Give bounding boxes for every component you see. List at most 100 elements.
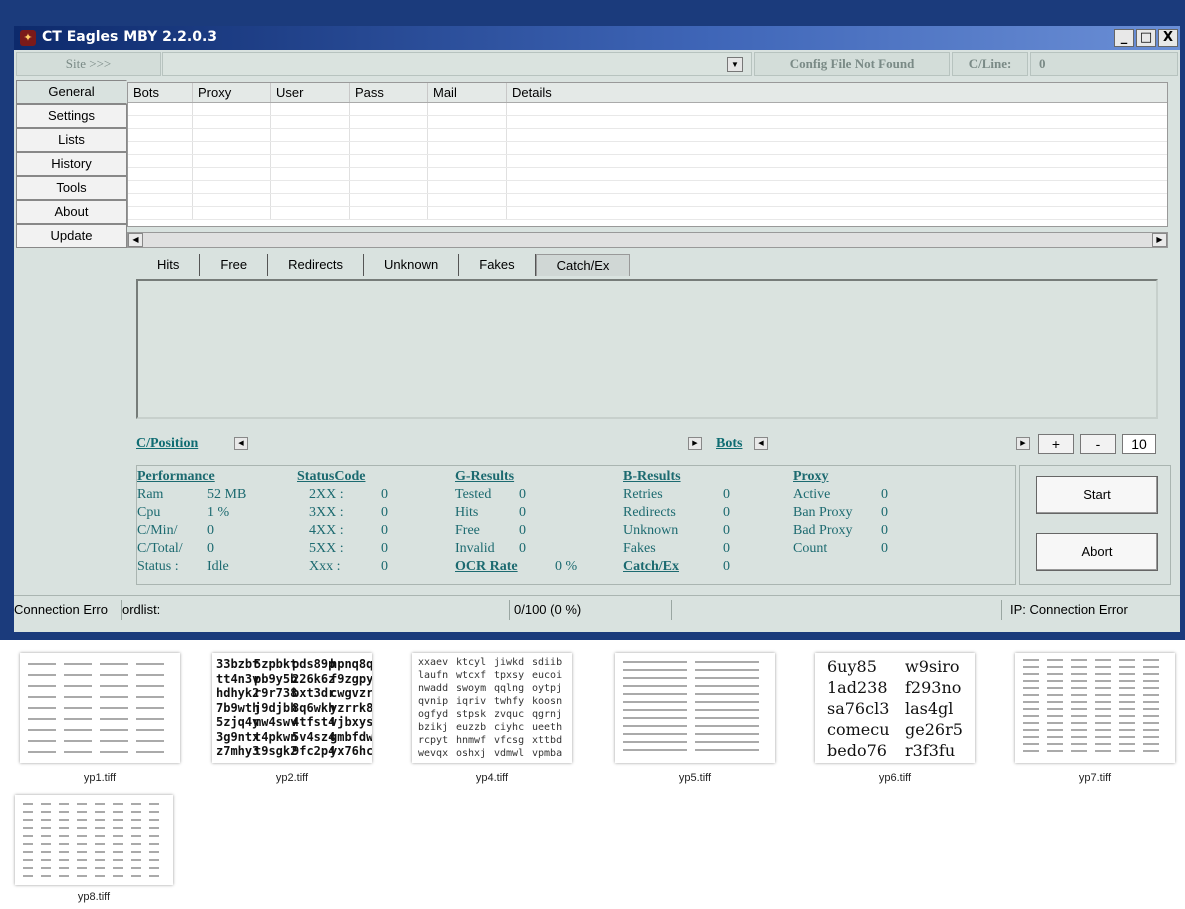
thumbnail-yp4[interactable]: xxaev ktcyl jiwkd sdiib laufn wtcxf tpxsy eucoi… [412, 653, 572, 763]
start-button[interactable]: Start [1036, 476, 1158, 514]
tab-catch-ex[interactable]: Catch/Ex [535, 254, 631, 276]
title-bar[interactable]: ✦ CT Eagles MBY 2.2.0.3 _ □ X [14, 26, 1180, 50]
nav-lists[interactable]: Lists [16, 128, 127, 152]
minus-button[interactable]: - [1080, 434, 1116, 454]
catch-ex-link[interactable]: Catch/Ex [623, 559, 679, 574]
text-line [23, 803, 33, 805]
text-line [113, 867, 123, 869]
captcha-word: 5zpbkt [254, 657, 298, 671]
scroll-right-icon[interactable]: ▶ [1016, 437, 1030, 450]
nav-about[interactable]: About [16, 200, 127, 224]
text-line [1047, 750, 1063, 752]
thumbnail-yp7[interactable] [1015, 653, 1175, 763]
thumbnail-yp5[interactable] [615, 653, 775, 763]
nav-history[interactable]: History [16, 152, 127, 176]
plus-button[interactable]: + [1038, 434, 1074, 454]
thumbnail-yp1[interactable] [20, 653, 180, 763]
sidebar-nav: General Settings Lists History Tools Abo… [16, 80, 127, 248]
text-line [1047, 673, 1063, 675]
column-header[interactable]: User [271, 83, 350, 102]
captcha-word: euzzb [456, 722, 487, 733]
text-line [136, 707, 164, 709]
text-line [623, 693, 687, 695]
table-cell [350, 142, 428, 154]
column-header[interactable]: Pass [350, 83, 428, 102]
bots-table[interactable]: Bots Proxy User Pass Mail Details [127, 82, 1168, 227]
text-line [1047, 659, 1063, 661]
status-bar: Connection Erro ordlist: 0/100 (0 %) IP:… [14, 595, 1180, 621]
text-line [1071, 708, 1087, 710]
text-line [136, 718, 164, 720]
nav-settings[interactable]: Settings [16, 104, 127, 128]
table-cell [271, 168, 350, 180]
ocr-rate-link[interactable]: OCR Rate [455, 559, 518, 574]
table-cell [350, 168, 428, 180]
horizontal-scrollbar[interactable]: ◀ ▶ [127, 232, 1168, 248]
captcha-word: t4pkwn [254, 729, 298, 744]
text-line [1023, 715, 1039, 717]
thumbnail-yp2[interactable]: 33bzbt 5zpbkt pds89p hpnq8q tt4n3v pb9y5b 226k… [212, 653, 372, 763]
tab-free[interactable]: Free [200, 254, 269, 276]
action-panel: Start Abort [1019, 465, 1171, 585]
site-button[interactable]: Site >>> [16, 52, 161, 76]
maximize-button[interactable]: □ [1136, 29, 1156, 47]
bots-link[interactable]: Bots [716, 436, 742, 452]
column-header[interactable]: Bots [128, 83, 193, 102]
tab-redirects[interactable]: Redirects [268, 254, 365, 276]
text-line [95, 811, 105, 813]
captcha-word: yzrrk8 [330, 700, 372, 715]
scroll-right-icon[interactable]: ▶ [1152, 233, 1167, 247]
table-row[interactable] [128, 181, 1167, 194]
column-header[interactable]: Mail [428, 83, 507, 102]
text-line [1143, 708, 1159, 710]
captcha-word: wtcxf [456, 670, 487, 681]
app-window: ✦ CT Eagles MBY 2.2.0.3 _ □ X Site >>> ▼… [0, 0, 1185, 640]
table-row[interactable] [128, 142, 1167, 155]
text-line [131, 867, 141, 869]
table-row[interactable] [128, 129, 1167, 142]
bots-slider[interactable] [768, 437, 1016, 450]
tab-hits[interactable]: Hits [137, 254, 201, 276]
captcha-word: gmbfdw [330, 729, 372, 744]
tab-fakes[interactable]: Fakes [459, 254, 536, 276]
text-line [1143, 694, 1159, 696]
table-row[interactable] [128, 168, 1167, 181]
tab-unknown[interactable]: Unknown [364, 254, 460, 276]
text-line [149, 803, 159, 805]
minimize-button[interactable]: _ [1114, 29, 1134, 47]
position-slider[interactable] [248, 437, 686, 450]
scroll-left-icon[interactable]: ◀ [128, 233, 143, 247]
scroll-right-icon[interactable]: ▶ [688, 437, 702, 450]
table-row[interactable] [128, 207, 1167, 220]
table-row[interactable] [128, 194, 1167, 207]
stat-value: 0 [381, 487, 388, 502]
nav-tools[interactable]: Tools [16, 176, 127, 200]
table-row[interactable] [128, 155, 1167, 168]
table-row[interactable] [128, 116, 1167, 129]
close-button[interactable]: X [1158, 29, 1178, 47]
bots-count-input[interactable]: 10 [1122, 434, 1156, 454]
abort-button[interactable]: Abort [1036, 533, 1158, 571]
captcha-word: vpmba [532, 748, 563, 759]
column-header[interactable]: Proxy [193, 83, 271, 102]
text-line [28, 663, 56, 665]
stat-value: 52 MB [207, 487, 247, 502]
nav-general[interactable]: General [16, 80, 127, 104]
column-header[interactable]: Details [507, 83, 1167, 102]
chevron-down-icon[interactable]: ▼ [727, 57, 743, 72]
table-cell [350, 155, 428, 167]
thumbnail-yp6[interactable]: 6uy85 w9siro 1ad238 f293no sa76cl3 las4gl come… [815, 653, 975, 763]
thumbnail-yp8[interactable] [15, 795, 173, 885]
cposition-link[interactable]: C/Position [136, 436, 198, 452]
text-line [136, 696, 164, 698]
text-line [1047, 743, 1063, 745]
nav-update[interactable]: Update [16, 224, 127, 248]
scroll-left-icon[interactable]: ◀ [754, 437, 768, 450]
site-select[interactable]: ▼ [162, 52, 752, 76]
text-line [113, 875, 123, 877]
text-line [23, 835, 33, 837]
table-row[interactable] [128, 103, 1167, 116]
scroll-left-icon[interactable]: ◀ [234, 437, 248, 450]
catch-ex-textarea[interactable] [136, 279, 1158, 419]
text-line [59, 851, 69, 853]
